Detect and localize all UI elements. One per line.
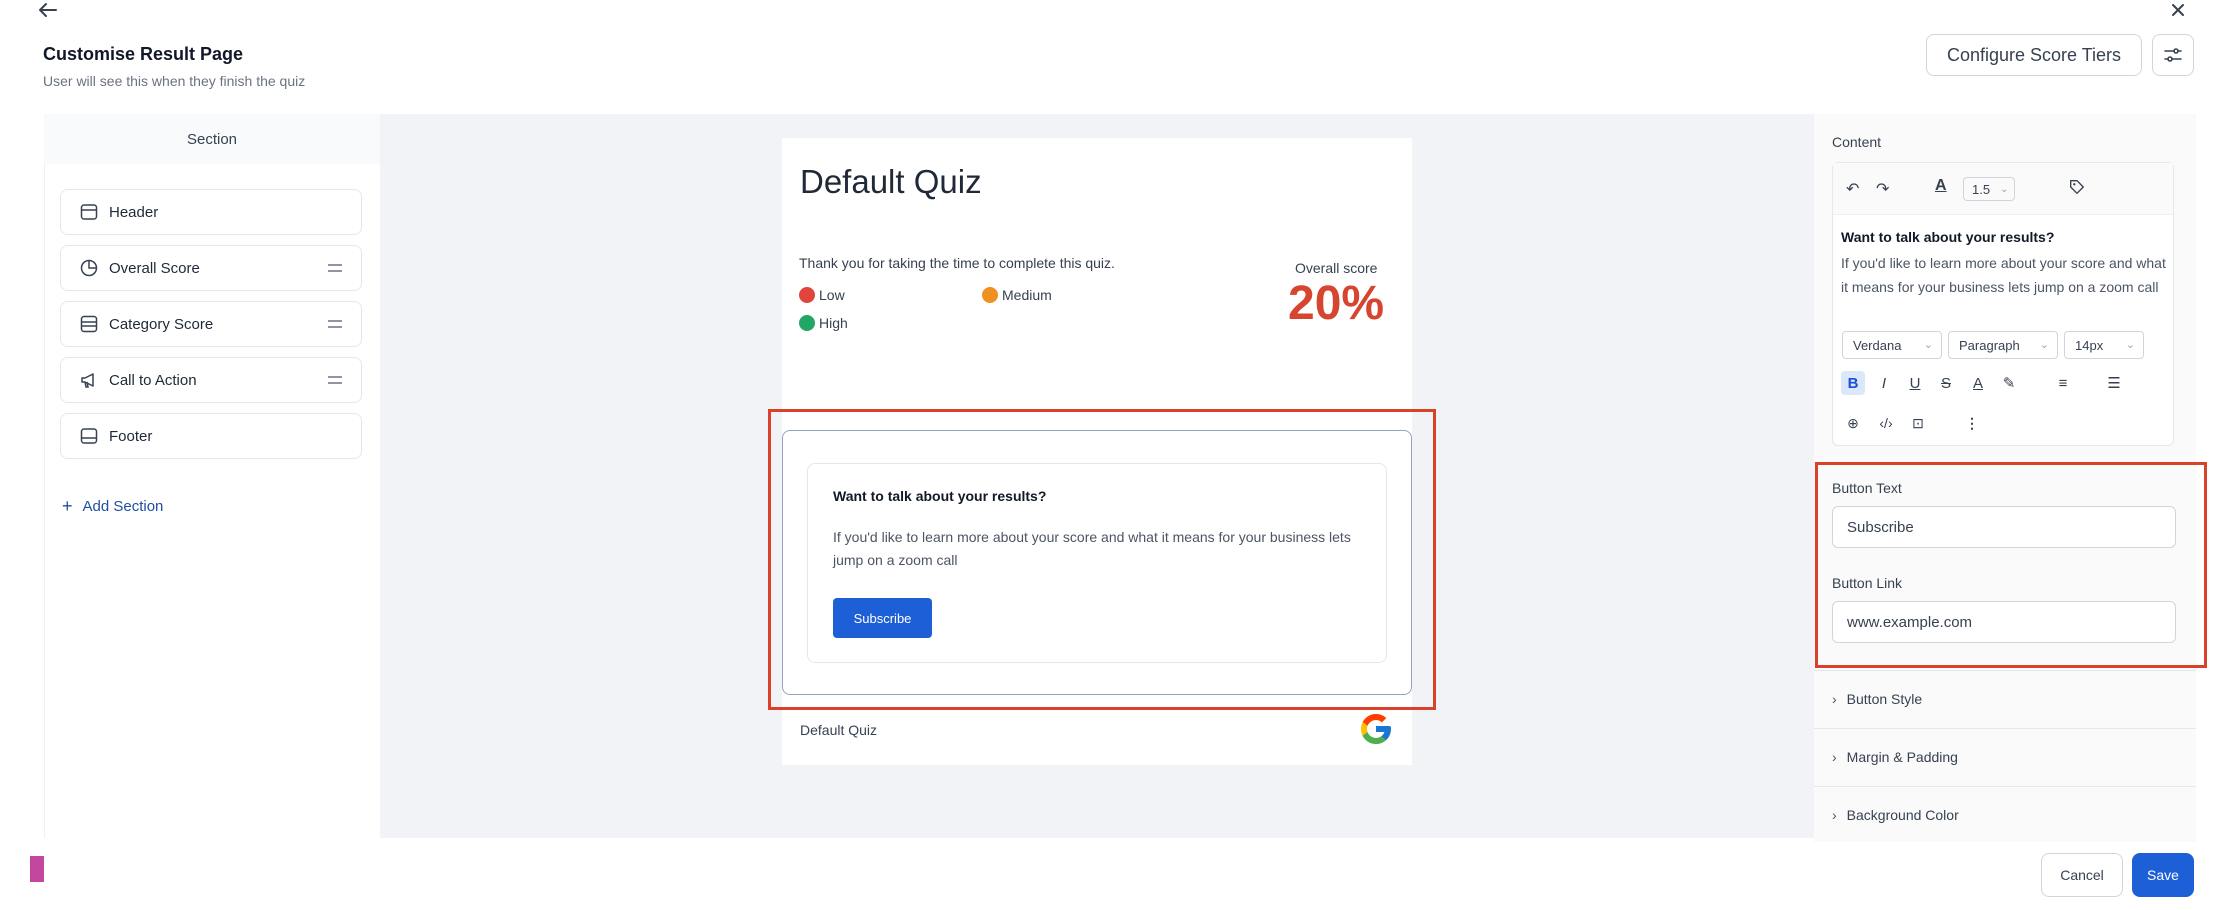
legend-dot <box>982 287 998 303</box>
legend-label: Medium <box>1002 287 1052 303</box>
section-item-label: Footer <box>109 427 153 445</box>
google-logo-icon <box>1361 714 1391 744</box>
page-subtitle: User will see this when they finish the … <box>43 73 306 89</box>
megaphone-icon <box>81 373 94 388</box>
underline-button[interactable]: U <box>1903 371 1927 395</box>
add-section-label: Add Section <box>82 498 164 515</box>
section-item-call-to-action[interactable]: Call to Action <box>60 357 362 403</box>
bullet-list-icon[interactable]: ☰ <box>2102 371 2126 395</box>
legend-label: High <box>819 315 848 331</box>
font-family-select[interactable]: Verdana ⌄ <box>1842 331 1942 359</box>
section-item-label: Overall Score <box>109 259 200 277</box>
preview-footer-text: Default Quiz <box>800 722 878 738</box>
insert-link-icon[interactable]: ⊕ <box>1841 411 1865 435</box>
accordion-label: Margin & Padding <box>1846 748 1958 765</box>
italic-button[interactable]: I <box>1872 371 1896 395</box>
close-button[interactable] <box>2168 0 2200 24</box>
text-color-button[interactable]: A <box>1966 371 1990 395</box>
font-size-value: 14px <box>2075 337 2104 353</box>
quiz-title: Default Quiz <box>800 163 982 200</box>
list-box-icon <box>80 315 98 333</box>
drag-handle-icon[interactable] <box>327 261 343 275</box>
line-height-select[interactable]: 1.5 ⌄ <box>1963 177 2015 201</box>
drag-handle-icon[interactable] <box>327 317 343 331</box>
brand-mark <box>30 856 44 882</box>
line-height-value: 1.5 <box>1972 181 1991 197</box>
close-icon <box>2172 4 2184 16</box>
font-family-value: Verdana <box>1853 337 1902 353</box>
editor-body-text[interactable]: If you'd like to learn more about your s… <box>1841 251 2171 299</box>
chevron-down-icon: ⌄ <box>2000 183 2009 195</box>
configure-score-tiers-button[interactable]: Configure Score Tiers <box>1926 34 2142 76</box>
accordion-label: Background Color <box>1846 806 1959 823</box>
bold-button[interactable]: B <box>1841 371 1865 395</box>
legend-label: Low <box>819 287 845 303</box>
more-options-icon[interactable]: ⋮ <box>1960 411 1984 435</box>
legend-dot <box>799 315 815 331</box>
content-label: Content <box>1832 134 1882 150</box>
section-item-footer[interactable]: Footer <box>60 413 362 459</box>
settings-button[interactable] <box>2152 34 2194 76</box>
plus-icon: + <box>62 496 73 516</box>
block-type-select[interactable]: Paragraph ⌄ <box>1948 331 2058 359</box>
legend-item-low: Low <box>799 287 845 303</box>
section-item-overall-score[interactable]: Overall Score <box>60 245 362 291</box>
layout-footer-icon <box>80 428 98 444</box>
drag-handle-icon[interactable] <box>327 373 343 387</box>
chevron-right-icon: › <box>1832 690 1837 707</box>
pie-chart-icon <box>80 259 98 277</box>
legend-item-high: High <box>799 315 848 331</box>
sidebar-heading: Section <box>44 114 380 164</box>
chevron-right-icon: › <box>1832 806 1837 823</box>
chevron-right-icon: › <box>1832 748 1837 765</box>
chevron-down-icon: ⌄ <box>2125 339 2135 351</box>
embed-icon[interactable]: ⊡ <box>1906 411 1930 435</box>
legend-item-medium: Medium <box>982 287 1052 303</box>
highlight-box <box>768 409 1436 710</box>
highlight-color-icon[interactable]: ✎ <box>1997 371 2021 395</box>
save-button[interactable]: Save <box>2132 853 2194 897</box>
back-button[interactable] <box>36 0 76 24</box>
section-item-header[interactable]: Header <box>60 189 362 235</box>
chevron-down-icon: ⌄ <box>2039 339 2049 351</box>
accordion-label: Button Style <box>1846 690 1923 707</box>
accordion-background-color[interactable]: › Background Color <box>1814 786 2196 842</box>
section-item-category-score[interactable]: Category Score <box>60 301 362 347</box>
highlight-box <box>1815 462 2207 668</box>
arrow-left-icon <box>39 3 57 17</box>
layout-header-icon <box>80 204 98 220</box>
block-type-value: Paragraph <box>1959 337 2020 353</box>
sliders-icon <box>2164 48 2182 62</box>
add-section-button[interactable]: + Add Section <box>62 496 163 517</box>
accordion-margin-padding[interactable]: › Margin & Padding <box>1814 728 2196 784</box>
editor-heading-text: Want to talk about your results? <box>1841 229 2055 245</box>
cancel-button[interactable]: Cancel <box>2041 853 2123 897</box>
legend-dot <box>799 287 815 303</box>
redo-icon[interactable]: ↷ <box>1876 179 1889 199</box>
accordion-button-style[interactable]: › Button Style <box>1814 670 2196 726</box>
section-item-label: Call to Action <box>109 371 197 389</box>
page-title: Customise Result Page <box>43 44 244 64</box>
overall-score-label: Overall score <box>1295 260 1378 276</box>
strikethrough-button[interactable]: S <box>1934 371 1958 395</box>
tag-icon[interactable] <box>2068 178 2086 196</box>
align-left-icon[interactable]: ≡ <box>2051 371 2075 395</box>
overall-score-value: 20% <box>1288 277 1385 330</box>
thanks-text: Thank you for taking the time to complet… <box>799 255 1115 271</box>
line-height-icon[interactable]: A <box>1935 177 1947 195</box>
undo-icon[interactable]: ↶ <box>1846 179 1859 199</box>
code-icon[interactable]: ‹/› <box>1874 411 1898 435</box>
font-size-select[interactable]: 14px ⌄ <box>2064 331 2144 359</box>
section-item-label: Header <box>109 203 159 221</box>
chevron-down-icon: ⌄ <box>1923 339 1933 351</box>
section-item-label: Category Score <box>109 315 214 333</box>
